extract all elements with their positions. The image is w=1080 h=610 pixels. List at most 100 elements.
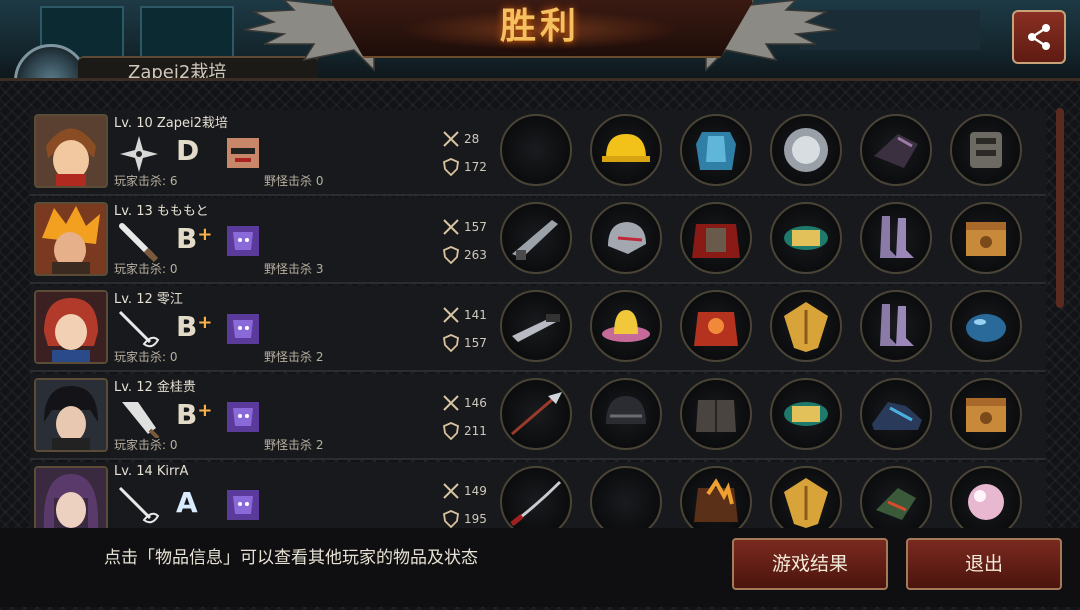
crossed-swords-icon: [443, 131, 459, 147]
attack-value: 141: [464, 308, 487, 322]
player-row[interactable]: Lv. 12 金桂贵 B+ 玩家击杀: 0 野怪击杀 2 146 211: [30, 374, 1046, 460]
item-slot[interactable]: [680, 114, 752, 186]
player-row[interactable]: Lv. 10 Zapei2栽培 D 玩家击杀: 6 野怪击杀 0 28 172: [30, 110, 1046, 196]
game-result-button[interactable]: 游戏结果: [732, 538, 888, 590]
pet-icon[interactable]: [227, 226, 259, 256]
item-slot[interactable]: [770, 114, 842, 186]
shield-icon: [443, 422, 459, 440]
item-slot[interactable]: [680, 202, 752, 274]
monster-kills: 野怪击杀 0: [264, 174, 324, 188]
defense-stat: 263: [442, 246, 487, 264]
avatar[interactable]: [34, 466, 108, 528]
item-slot[interactable]: [950, 466, 1022, 528]
rank-letter: D: [176, 134, 200, 167]
item-slot[interactable]: [860, 378, 932, 450]
attack-stat: 157: [442, 218, 487, 236]
item-slot[interactable]: [860, 114, 932, 186]
item-slot[interactable]: [860, 202, 932, 274]
player-row[interactable]: Lv. 14 KirrA A 149 195: [30, 462, 1046, 530]
monster-kills: 野怪击杀 2: [264, 438, 324, 452]
hint-text: 点击「物品信息」可以查看其他玩家的物品及状态: [104, 548, 478, 568]
item-slot[interactable]: [590, 202, 662, 274]
defense-value: 195: [464, 512, 487, 526]
monster-kills: 野怪击杀 3: [264, 262, 324, 276]
spear-icon: [511, 392, 562, 436]
rank-letter: A: [176, 486, 198, 519]
attack-stat: 146: [442, 394, 487, 412]
item-slot[interactable]: [680, 466, 752, 528]
item-slot[interactable]: [950, 378, 1022, 450]
item-slot[interactable]: [590, 114, 662, 186]
player-rank: B+: [176, 308, 212, 346]
item-slot[interactable]: [590, 290, 662, 362]
katana-icon: [510, 480, 562, 526]
steel-disc-icon: [784, 128, 828, 172]
shuriken-icon: [120, 136, 158, 172]
item-slot-empty[interactable]: [590, 466, 662, 528]
pet-icon[interactable]: [227, 314, 259, 344]
player-kills: 玩家击杀: 0: [114, 350, 178, 364]
cleaver-icon: [122, 402, 160, 438]
pet-icon[interactable]: [227, 138, 259, 168]
item-slot[interactable]: [680, 290, 752, 362]
avatar[interactable]: [34, 114, 108, 188]
player-rank: B+: [176, 220, 212, 258]
item-slot[interactable]: [500, 466, 572, 528]
item-slot[interactable]: [500, 290, 572, 362]
rank-plus: +: [197, 224, 213, 245]
player-level-name: Lv. 14 KirrA: [114, 464, 189, 479]
armored-helm-icon: [608, 222, 646, 254]
share-icon: [1028, 24, 1050, 50]
item-slot[interactable]: [770, 378, 842, 450]
baton-icon: [119, 223, 159, 262]
rapier-icon: [118, 486, 160, 524]
crossed-swords-icon: [443, 483, 459, 499]
player-row[interactable]: Lv. 12 零江 B+ 玩家击杀: 0 野怪击杀 2 141 157: [30, 286, 1046, 372]
crossed-swords-icon: [443, 219, 459, 235]
shield-icon: [443, 334, 459, 352]
share-button[interactable]: [1012, 10, 1066, 64]
green-gauntlet-icon: [876, 488, 916, 520]
leather-armor-icon: [696, 400, 736, 432]
sneaker-icon: [872, 402, 922, 430]
defense-stat: 195: [442, 510, 487, 528]
item-slot[interactable]: [500, 378, 572, 450]
page-title: 胜利: [499, 6, 580, 47]
avatar[interactable]: [34, 290, 108, 364]
item-slot-empty[interactable]: [500, 114, 572, 186]
item-slot[interactable]: [500, 202, 572, 274]
crossed-swords-icon: [443, 307, 459, 323]
avatar[interactable]: [34, 378, 108, 452]
attack-value: 149: [464, 484, 487, 498]
pet-icon[interactable]: [227, 402, 259, 432]
fire-armor-icon: [694, 478, 738, 522]
pet-icon[interactable]: [227, 490, 259, 520]
item-slot[interactable]: [860, 466, 932, 528]
item-slot[interactable]: [950, 202, 1022, 274]
shield-icon: [443, 510, 459, 528]
item-slot[interactable]: [770, 466, 842, 528]
item-slot[interactable]: [860, 290, 932, 362]
crossed-swords-icon: [443, 395, 459, 411]
item-slot[interactable]: [950, 290, 1022, 362]
item-slot[interactable]: [950, 114, 1022, 186]
defense-stat: 172: [442, 158, 487, 176]
rank-plus: +: [197, 400, 213, 421]
red-cape-armor-icon: [692, 224, 740, 258]
defense-stat: 157: [442, 334, 487, 352]
exit-button[interactable]: 退出: [906, 538, 1062, 590]
item-slot[interactable]: [680, 378, 752, 450]
scrollbar[interactable]: [1056, 108, 1064, 308]
avatar[interactable]: [34, 202, 108, 276]
item-slot[interactable]: [770, 290, 842, 362]
rank-plus: +: [197, 312, 213, 333]
gold-shield-icon: [784, 478, 828, 528]
treasure-box-icon: [966, 222, 1006, 256]
player-kills: 玩家击杀: 0: [114, 262, 178, 276]
gold-bracer-icon: [784, 226, 828, 250]
attack-value: 157: [464, 220, 487, 234]
item-slot[interactable]: [770, 202, 842, 274]
item-slot[interactable]: [590, 378, 662, 450]
player-row[interactable]: Lv. 13 もももと B+ 玩家击杀: 0 野怪击杀 3 157 263: [30, 198, 1046, 284]
player-level-name: Lv. 10 Zapei2栽培: [114, 116, 228, 131]
